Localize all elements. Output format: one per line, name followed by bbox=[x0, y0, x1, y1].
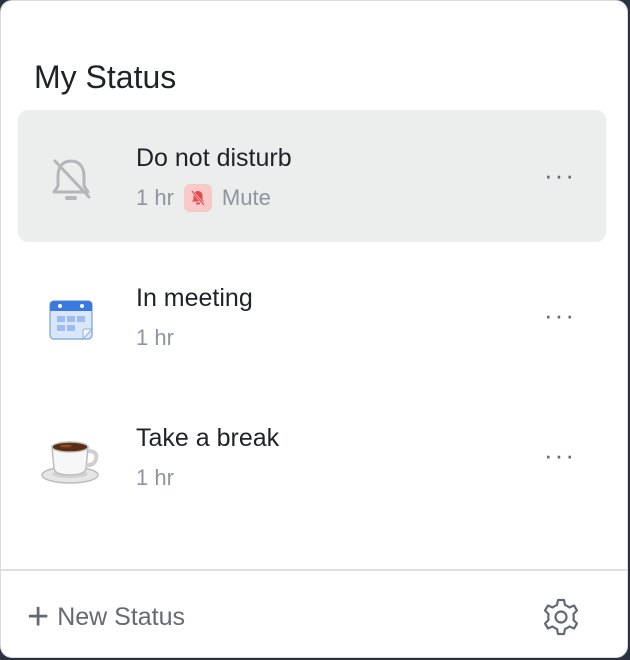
calendar-icon bbox=[40, 288, 102, 350]
new-status-label: New Status bbox=[57, 603, 186, 631]
status-name: In meeting bbox=[136, 284, 253, 312]
status-meta: 1 hr bbox=[136, 324, 174, 352]
new-status-button[interactable]: + New Status bbox=[27, 597, 185, 637]
more-options-button[interactable]: ··· bbox=[544, 442, 576, 468]
more-options-button[interactable]: ··· bbox=[544, 162, 576, 188]
bell-off-icon bbox=[40, 148, 102, 210]
footer-divider bbox=[1, 569, 627, 571]
gear-icon[interactable] bbox=[541, 597, 581, 637]
more-options-button[interactable]: ··· bbox=[544, 302, 576, 328]
status-duration: 1 hr bbox=[136, 325, 174, 350]
status-duration: 1 hr bbox=[136, 185, 174, 210]
status-item-take-a-break[interactable]: Take a break 1 hr ··· bbox=[18, 390, 606, 522]
status-panel: My Status Do not disturb 1 hr Mute ··· I… bbox=[0, 0, 628, 658]
status-name: Take a break bbox=[136, 424, 280, 452]
status-duration: 1 hr bbox=[136, 465, 174, 490]
status-meta: 1 hr bbox=[136, 464, 174, 492]
mute-label: Mute bbox=[221, 185, 271, 210]
status-item-in-meeting[interactable]: In meeting 1 hr ··· bbox=[18, 250, 606, 382]
mute-bell-icon bbox=[183, 184, 212, 212]
plus-icon: + bbox=[27, 596, 50, 638]
panel-title: My Status bbox=[34, 59, 177, 95]
status-name: Do not disturb bbox=[136, 144, 292, 172]
status-meta: 1 hr Mute bbox=[136, 184, 271, 212]
status-item-do-not-disturb[interactable]: Do not disturb 1 hr Mute ··· bbox=[18, 110, 606, 242]
coffee-cup-icon bbox=[40, 428, 102, 490]
